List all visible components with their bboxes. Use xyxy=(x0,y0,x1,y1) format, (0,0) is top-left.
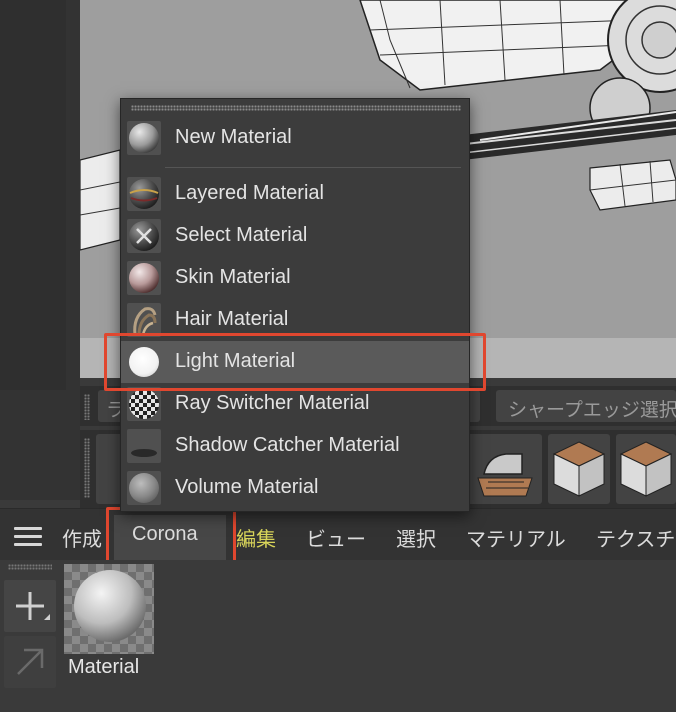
menu-item-label: Hair Material xyxy=(175,308,289,330)
add-material-button[interactable] xyxy=(4,580,56,632)
left-panel xyxy=(0,0,80,500)
menu-item-label: Ray Switcher Material xyxy=(175,392,370,414)
menu-texture[interactable]: テクスチ xyxy=(596,523,675,552)
toolbar-grip[interactable] xyxy=(84,394,90,420)
menu-item-label: Layered Material xyxy=(175,182,324,204)
menu-view[interactable]: ビュー xyxy=(306,523,366,552)
hair-icon xyxy=(127,303,161,337)
hamburger-menu-icon[interactable] xyxy=(14,527,42,547)
menu-item-layered-material[interactable]: Layered Material xyxy=(121,173,469,215)
menu-item-volume-material[interactable]: Volume Material xyxy=(121,467,469,509)
material-thumbnail[interactable]: Material xyxy=(64,564,154,684)
corona-highlight-box xyxy=(106,507,236,564)
cube-tool-button[interactable] xyxy=(548,434,610,504)
sphere-select-icon xyxy=(127,219,161,253)
sphere-preview-icon xyxy=(74,570,146,642)
menu-item-label: Shadow Catcher Material xyxy=(175,434,400,456)
dropdown-grip[interactable] xyxy=(131,105,461,111)
plus-icon xyxy=(16,592,50,620)
sharp-edge-select-button[interactable]: シャープエッジ選択 xyxy=(496,390,676,422)
sphere-checker-icon xyxy=(127,387,161,421)
sphere-layered-icon xyxy=(127,177,161,211)
menu-item-label: Select Material xyxy=(175,224,308,246)
menu-item-label: Skin Material xyxy=(175,266,291,288)
apply-material-button[interactable] xyxy=(4,636,56,688)
menu-edit[interactable]: 編集 xyxy=(236,523,276,552)
menu-create[interactable]: 作成 xyxy=(62,523,102,552)
left-panel-inner xyxy=(0,0,66,390)
sharp-edge-select-label: シャープエッジ選択 xyxy=(508,400,676,421)
cube-tool-button-2[interactable] xyxy=(616,434,676,504)
menu-material[interactable]: マテリアル xyxy=(466,523,566,552)
menu-item-new-material[interactable]: New Material xyxy=(121,117,469,159)
iron-tool-button[interactable] xyxy=(466,434,542,504)
material-preview xyxy=(64,564,154,654)
sphere-gray-icon xyxy=(127,121,161,155)
material-manager-grip[interactable] xyxy=(8,564,52,570)
sphere-volume-icon xyxy=(127,471,161,505)
cube-icon xyxy=(552,441,606,497)
toolbar-grip[interactable] xyxy=(84,438,90,498)
sphere-skin-icon xyxy=(127,261,161,295)
shadow-icon xyxy=(127,429,161,463)
corona-dropdown-menu: New Material Layered Material Select Mat… xyxy=(120,98,470,512)
material-name: Material xyxy=(68,656,140,678)
menubar: 作成 Corona 編集 ビュー 選択 マテリアル テクスチ xyxy=(0,508,676,561)
menu-select[interactable]: 選択 xyxy=(396,523,436,552)
menu-item-shadow-catcher-material[interactable]: Shadow Catcher Material xyxy=(121,425,469,467)
menu-item-skin-material[interactable]: Skin Material xyxy=(121,257,469,299)
arrow-up-right-icon xyxy=(17,648,44,675)
cube-icon xyxy=(619,441,673,497)
menu-item-label: Volume Material xyxy=(175,476,319,498)
menu-separator xyxy=(165,167,461,168)
menu-item-label: New Material xyxy=(175,126,292,148)
light-material-highlight-box xyxy=(104,333,486,391)
menu-item-select-material[interactable]: Select Material xyxy=(121,215,469,257)
iron-icon xyxy=(477,453,533,497)
